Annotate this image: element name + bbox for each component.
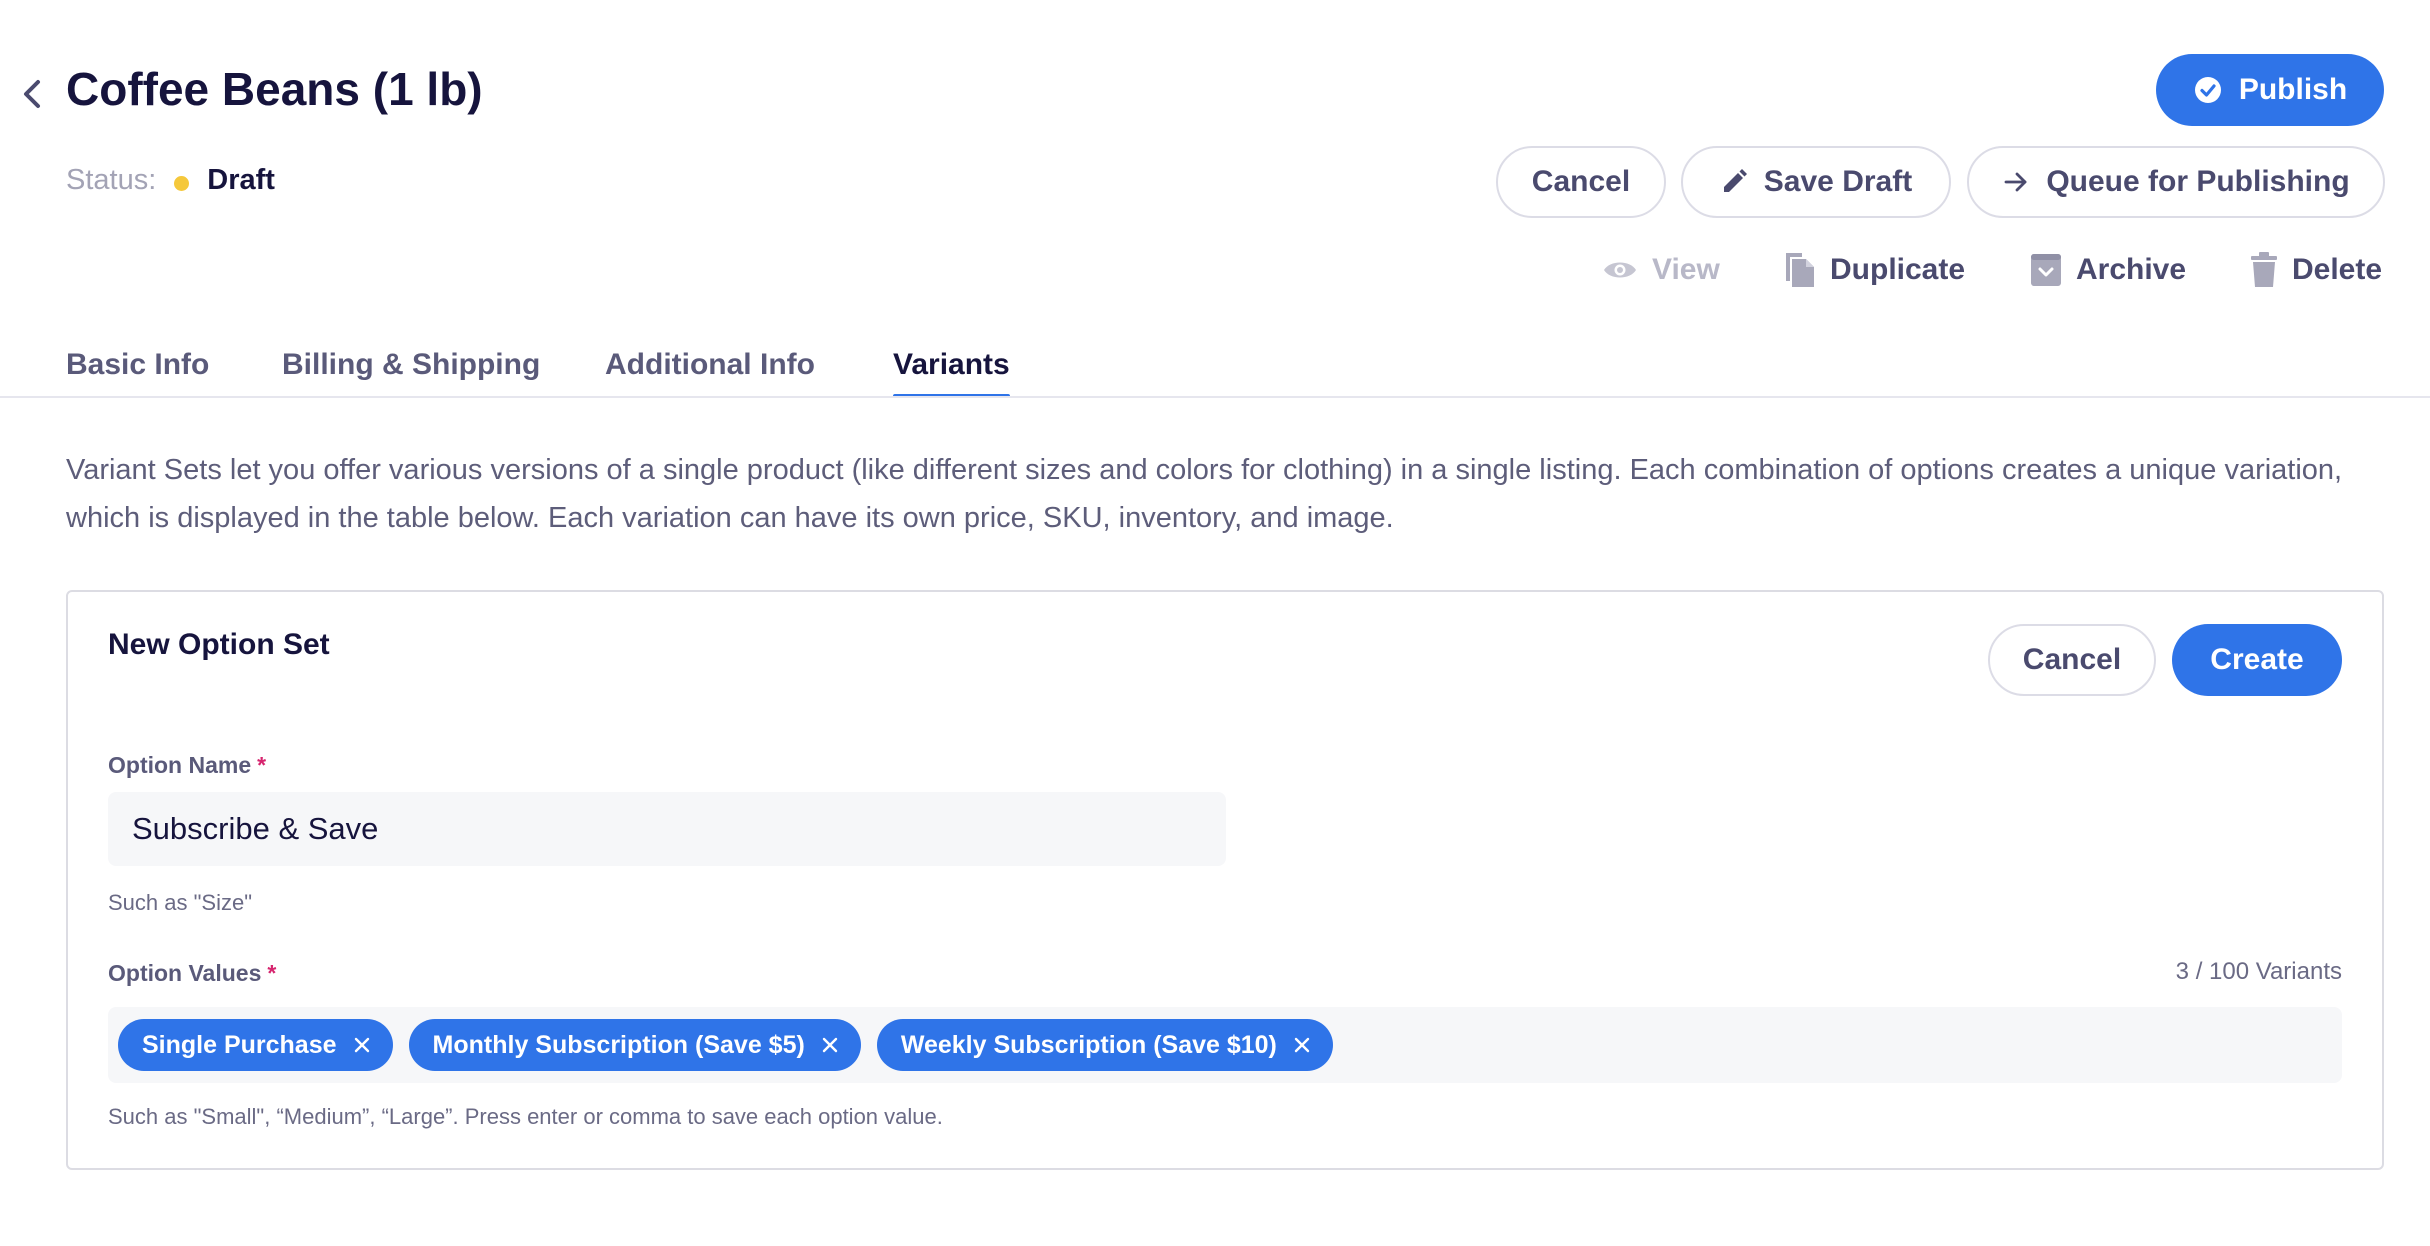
archive-action[interactable]: Archive	[2030, 248, 2186, 292]
eye-icon	[1604, 262, 1636, 278]
publish-label: Publish	[2238, 73, 2348, 106]
remove-chip-button[interactable]	[353, 1036, 371, 1054]
option-name-hint: Such as "Size"	[108, 890, 253, 915]
option-values-input[interactable]: Single Purchase Monthly Subscription (Sa…	[108, 1007, 2342, 1083]
tab-variants[interactable]: Variants	[893, 348, 1010, 398]
option-value-chip: Monthly Subscription (Save $5)	[408, 1019, 861, 1071]
status-row: Status: Draft	[66, 164, 275, 197]
check-circle-icon	[2194, 77, 2221, 103]
cancel-label: Cancel	[1531, 165, 1631, 198]
close-icon	[1294, 1037, 1310, 1053]
view-label: View	[1652, 253, 1720, 286]
status-label: Status:	[66, 164, 157, 196]
publish-button[interactable]: Publish	[2156, 54, 2384, 126]
duplicate-action[interactable]: Duplicate	[1784, 248, 1965, 292]
close-icon	[354, 1037, 369, 1053]
chip-label: Weekly Subscription (Save $10)	[900, 1030, 1277, 1059]
option-values-hint: Such as "Small", “Medium”, “Large”. Pres…	[108, 1104, 943, 1129]
delete-label: Delete	[2292, 253, 2383, 286]
option-name-input[interactable]	[108, 792, 1226, 866]
arrow-right-icon	[2004, 172, 2027, 192]
option-set-cancel-button[interactable]: Cancel	[1988, 624, 2156, 696]
chevron-left-icon	[24, 80, 40, 108]
option-name-label-text: Option Name	[108, 752, 252, 778]
back-button[interactable]	[16, 74, 46, 114]
trash-icon	[2251, 252, 2277, 287]
view-action[interactable]: View	[1602, 248, 1720, 292]
option-values-label-text: Option Values	[108, 960, 262, 986]
required-mark: *	[267, 960, 277, 986]
close-icon	[822, 1037, 838, 1053]
duplicate-label: Duplicate	[1830, 253, 1966, 286]
option-name-label: Option Name *	[108, 752, 266, 779]
cancel-label: Cancel	[2022, 643, 2122, 676]
option-values-label: Option Values *	[108, 960, 276, 987]
required-mark: *	[257, 752, 267, 778]
status-dot	[174, 176, 190, 191]
option-set-title: New Option Set	[108, 628, 330, 661]
status-badge: Draft	[207, 164, 275, 196]
page-title: Coffee Beans (1 lb)	[66, 63, 483, 115]
remove-chip-button[interactable]	[821, 1036, 839, 1054]
variant-count: 3 / 100 Variants	[2175, 958, 2342, 985]
save-draft-button[interactable]: Save Draft	[1681, 146, 1951, 218]
remove-chip-button[interactable]	[1293, 1036, 1311, 1054]
tabs-divider	[0, 396, 2430, 398]
tab-label: Variants	[893, 348, 1010, 381]
queue-for-publishing-button[interactable]: Queue for Publishing	[1967, 146, 2385, 218]
chip-label: Single Purchase	[142, 1030, 337, 1059]
option-value-chip: Weekly Subscription (Save $10)	[876, 1019, 1333, 1071]
create-button[interactable]: Create	[2172, 624, 2342, 696]
tab-label: Billing & Shipping	[282, 348, 541, 381]
tab-label: Additional Info	[605, 348, 815, 381]
save-draft-label: Save Draft	[1763, 165, 1913, 198]
chip-label: Monthly Subscription (Save $5)	[432, 1030, 805, 1059]
delete-action[interactable]: Delete	[2250, 248, 2382, 292]
tab-additional-info[interactable]: Additional Info	[605, 348, 815, 382]
cancel-button[interactable]: Cancel	[1496, 146, 1666, 218]
create-label: Create	[2210, 643, 2304, 676]
archive-label: Archive	[2076, 253, 2187, 286]
tab-label: Basic Info	[66, 348, 210, 381]
variants-description: Variant Sets let you offer various versi…	[66, 454, 2343, 534]
pencil-icon	[1723, 169, 1747, 192]
option-value-chip: Single Purchase	[118, 1019, 393, 1071]
queue-label: Queue for Publishing	[2046, 165, 2350, 198]
tab-billing-shipping[interactable]: Billing & Shipping	[282, 348, 540, 382]
archive-icon	[2031, 254, 2061, 286]
tab-basic-info[interactable]: Basic Info	[66, 348, 209, 382]
copy-icon	[1786, 253, 1814, 287]
